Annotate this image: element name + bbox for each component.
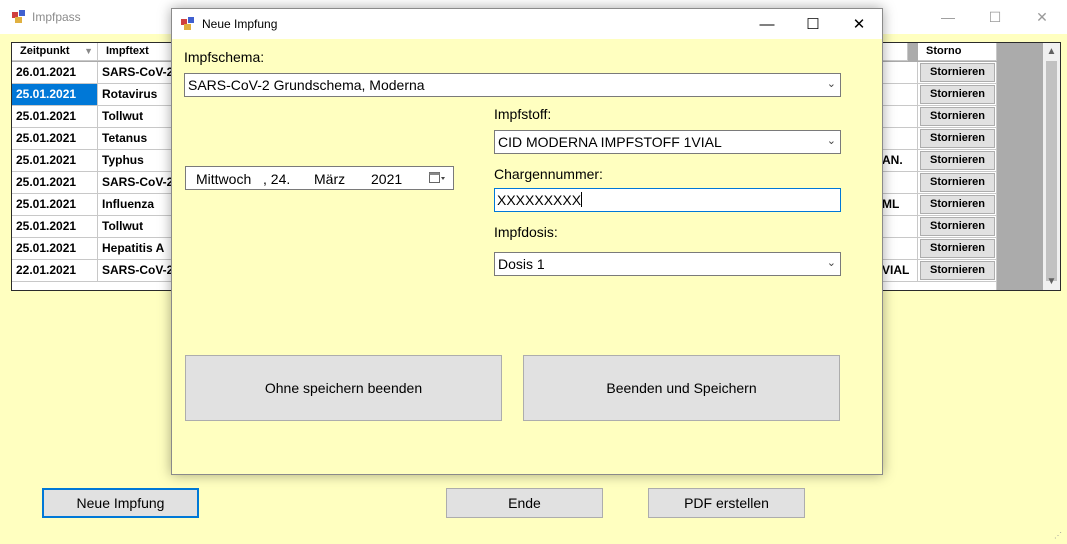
stornieren-button[interactable]: Stornieren (920, 239, 995, 258)
scroll-up-icon[interactable]: ▲ (1043, 43, 1060, 60)
impfdosis-select[interactable]: Dosis 1 ⌄ (494, 252, 841, 276)
sort-arrow-icon: ▼ (84, 46, 93, 56)
cell-zeitpunkt[interactable]: 25.01.2021 (12, 150, 98, 172)
app-icon (12, 10, 25, 23)
stornieren-button[interactable]: Stornieren (920, 217, 995, 236)
impfschema-value: SARS-CoV-2 Grundschema, Moderna (188, 77, 425, 93)
cell-zeitpunkt[interactable]: 25.01.2021 (12, 84, 98, 106)
date-year[interactable]: 2021 (371, 171, 402, 187)
cell-zeitpunkt[interactable]: 25.01.2021 (12, 128, 98, 150)
impfstoff-select[interactable]: CID MODERNA IMPFSTOFF 1VIAL ⌄ (494, 130, 841, 154)
impfschema-label: Impfschema: (184, 49, 265, 65)
cell-impfstoff[interactable] (882, 128, 918, 150)
parent-title: Impfpass (32, 10, 81, 24)
resize-grip[interactable]: ⋰ (1054, 531, 1064, 541)
stornieren-button[interactable]: Stornieren (920, 151, 995, 170)
cell-impfstoff[interactable]: ML (882, 194, 918, 216)
dialog-title: Neue Impfung (202, 17, 278, 31)
cell-impfstoff[interactable] (882, 106, 918, 128)
cell-zeitpunkt[interactable]: 25.01.2021 (12, 216, 98, 238)
dosis-value: Dosis 1 (498, 256, 545, 272)
cell-zeitpunkt[interactable]: 25.01.2021 (12, 106, 98, 128)
chevron-down-icon: ⌄ (826, 78, 836, 90)
impfstoff-label: Impfstoff: (494, 106, 552, 122)
vertical-scrollbar[interactable]: ▲ ▼ (1043, 43, 1060, 290)
impfdatum-picker[interactable]: Mittwoch , 24. März 2021 (185, 166, 454, 190)
chevron-down-icon: ⌄ (826, 257, 836, 269)
cell-impfstoff[interactable] (882, 216, 918, 238)
cell-zeitpunkt[interactable]: 26.01.2021 (12, 62, 98, 84)
stornieren-button[interactable]: Stornieren (920, 195, 995, 214)
cell-impfstoff[interactable] (882, 172, 918, 194)
date-month[interactable]: März (314, 171, 345, 187)
charge-label: Chargennummer: (494, 166, 603, 182)
stornieren-button[interactable]: Stornieren (920, 173, 995, 192)
stornieren-button[interactable]: Stornieren (920, 85, 995, 104)
cell-zeitpunkt[interactable]: 25.01.2021 (12, 172, 98, 194)
calendar-icon[interactable] (429, 171, 445, 185)
close-icon[interactable]: ✕ (1019, 0, 1065, 34)
ende-button[interactable]: Ende (446, 488, 603, 518)
stornieren-button[interactable]: Stornieren (920, 107, 995, 126)
column-header-storno[interactable]: Storno (918, 43, 997, 61)
date-weekday[interactable]: Mittwoch (196, 171, 251, 187)
scroll-thumb[interactable] (1046, 61, 1057, 281)
cell-impfstoff[interactable]: AN. (882, 150, 918, 172)
dosis-label: Impfdosis: (494, 224, 558, 240)
cell-impfstoff[interactable] (882, 62, 918, 84)
text-cursor (581, 192, 583, 207)
stornieren-button[interactable]: Stornieren (920, 129, 995, 148)
ohne-speichern-button[interactable]: Ohne speichern beenden (185, 355, 502, 421)
scroll-down-icon[interactable]: ▼ (1043, 273, 1060, 290)
cell-impfstoff[interactable]: VIAL (882, 260, 918, 282)
charge-value: XXXXXXXXX (497, 192, 582, 208)
chargennummer-input[interactable]: XXXXXXXXX (494, 188, 841, 212)
date-day[interactable]: , 24. (263, 171, 290, 187)
minimize-icon[interactable]: — (925, 0, 971, 34)
app-icon (181, 17, 194, 30)
cell-zeitpunkt[interactable]: 25.01.2021 (12, 238, 98, 260)
cell-zeitpunkt[interactable]: 25.01.2021 (12, 194, 98, 216)
stornieren-button[interactable]: Stornieren (920, 63, 995, 82)
cell-zeitpunkt[interactable]: 22.01.2021 (12, 260, 98, 282)
minimize-icon[interactable]: — (744, 9, 790, 39)
close-icon[interactable]: ✕ (836, 9, 882, 39)
pdf-erstellen-button[interactable]: PDF erstellen (648, 488, 805, 518)
neue-impfung-dialog: Neue Impfung — ☐ ✕ Impfschema: SARS-CoV-… (171, 8, 883, 475)
maximize-icon[interactable]: ☐ (972, 0, 1018, 34)
column-header-zeitpunkt[interactable]: Zeitpunkt ▼ (12, 43, 98, 61)
impfschema-select[interactable]: SARS-CoV-2 Grundschema, Moderna ⌄ (184, 73, 841, 97)
neue-impfung-button[interactable]: Neue Impfung (42, 488, 199, 518)
maximize-icon[interactable]: ☐ (790, 9, 836, 39)
impfstoff-value: CID MODERNA IMPFSTOFF 1VIAL (498, 134, 722, 150)
dialog-titlebar: Neue Impfung — ☐ ✕ (172, 9, 882, 39)
stornieren-button[interactable]: Stornieren (920, 261, 995, 280)
speichern-button[interactable]: Beenden und Speichern (523, 355, 840, 421)
chevron-down-icon: ⌄ (826, 135, 836, 147)
cell-impfstoff[interactable] (882, 238, 918, 260)
cell-impfstoff[interactable] (882, 84, 918, 106)
